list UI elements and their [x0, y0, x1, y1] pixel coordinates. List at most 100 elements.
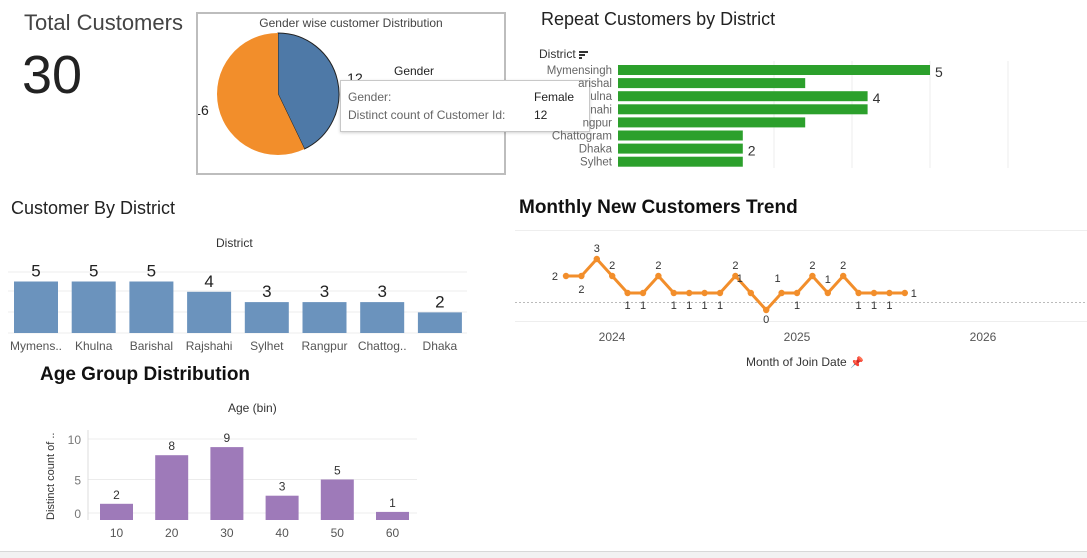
- monthly-data-label: 2: [840, 260, 846, 272]
- repeat-bar-rajshahi[interactable]: [618, 104, 868, 115]
- district-bar-chattogram[interactable]: [360, 302, 405, 333]
- pie-label-male: 16: [198, 102, 209, 118]
- age-bar-50[interactable]: [320, 479, 354, 521]
- monthly-point[interactable]: [655, 272, 662, 280]
- repeat-bar-khulna[interactable]: [618, 91, 868, 102]
- monthly-point[interactable]: [624, 289, 631, 297]
- monthly-point[interactable]: [609, 272, 616, 280]
- monthly-data-label: 1: [737, 273, 743, 285]
- monthly-data-label: 2: [732, 260, 738, 272]
- repeat-customers-chart[interactable]: Mymensingh 5 arishalulna 4 nahingpur Chattogr…: [530, 58, 1010, 173]
- repeat-bar-dhaka[interactable]: [618, 143, 743, 154]
- age-x-tick: 50: [331, 526, 345, 540]
- tooltip-label-count: Distinct count of Customer Id:: [348, 108, 506, 122]
- gender-legend-title: Gender: [394, 64, 435, 78]
- monthly-point[interactable]: [793, 289, 801, 297]
- district-bar-rajshahi[interactable]: [187, 291, 232, 333]
- tooltip-label-gender: Gender:: [348, 90, 392, 104]
- monthly-point[interactable]: [840, 272, 847, 280]
- age-bar-60[interactable]: [376, 511, 409, 520]
- district-tick-label: Chattog..: [358, 339, 407, 353]
- district-tick-label: Sylhet: [250, 339, 284, 353]
- age-bar-20[interactable]: [155, 455, 189, 520]
- monthly-chart-title: Monthly New Customers Trend: [519, 197, 798, 218]
- district-bar-rangpur[interactable]: [302, 302, 347, 333]
- district-data-label: 5: [31, 262, 40, 281]
- district-bar-khulna[interactable]: [71, 281, 116, 334]
- age-bar-10[interactable]: [100, 503, 133, 520]
- age-bar-40[interactable]: [265, 495, 299, 520]
- repeat-tick-label: nahi: [590, 104, 612, 116]
- district-data-label: 3: [262, 282, 271, 301]
- monthly-point[interactable]: [809, 272, 816, 280]
- district-bar-dhaka[interactable]: [417, 312, 462, 333]
- district-tick-label: Barishal: [130, 339, 173, 353]
- repeat-bar-rangpur[interactable]: [618, 117, 806, 128]
- repeat-tick-label: arishal: [578, 78, 612, 90]
- age-x-tick: 60: [386, 526, 400, 540]
- monthly-point[interactable]: [886, 289, 893, 297]
- kpi-value: 30: [22, 45, 83, 105]
- district-tick-label: Khulna: [75, 339, 113, 353]
- age-data-label: 5: [334, 464, 341, 478]
- age-chart[interactable]: 0 5 10 2 10 8 20 9 30 3 40 5 50 1 60: [55, 415, 425, 545]
- age-data-label: 9: [224, 431, 231, 445]
- district-data-label: 4: [204, 272, 213, 291]
- pin-icon[interactable]: 📌: [850, 357, 864, 369]
- repeat-tick-label: Chattogram: [552, 131, 612, 143]
- monthly-point[interactable]: [870, 289, 878, 297]
- age-bar-30[interactable]: [210, 447, 244, 520]
- monthly-point[interactable]: [855, 289, 862, 297]
- district-data-label: 3: [377, 282, 386, 301]
- repeat-bar-mymensingh[interactable]: [618, 65, 930, 75]
- district-bar-barishal[interactable]: [129, 281, 174, 334]
- monthly-point[interactable]: [901, 289, 908, 297]
- monthly-trend-chart[interactable]: 22321 121 1 1 1210112121 1 112024 2025 2026: [515, 230, 1087, 345]
- monthly-point[interactable]: [778, 289, 785, 297]
- monthly-point[interactable]: [701, 289, 708, 297]
- monthly-x-axis-title: Month of Join Date 📌: [746, 355, 864, 369]
- monthly-data-label: 2: [552, 271, 558, 283]
- age-y-tick: 5: [74, 474, 81, 488]
- monthly-data-label: 1: [775, 273, 781, 285]
- monthly-point[interactable]: [763, 306, 770, 314]
- age-x-tick: 20: [165, 526, 179, 540]
- monthly-point[interactable]: [686, 289, 693, 297]
- repeat-bar-chattogram[interactable]: [618, 130, 743, 141]
- monthly-x-tick: 2024: [599, 330, 626, 344]
- monthly-point[interactable]: [593, 255, 600, 263]
- repeat-bar-sylhet[interactable]: [618, 156, 743, 167]
- repeat-tick-label: ulna: [590, 91, 612, 103]
- repeat-bar-barishal[interactable]: [618, 78, 806, 89]
- monthly-data-label: 1: [886, 300, 892, 312]
- district-tick-label: Rajshahi: [186, 339, 233, 353]
- repeat-chart-title: Repeat Customers by District: [541, 9, 776, 29]
- monthly-x-tick: 2025: [784, 330, 811, 344]
- district-tick-label: Rangpur: [301, 339, 347, 353]
- age-x-tick: 40: [275, 526, 289, 540]
- district-data-label: 5: [147, 262, 156, 281]
- monthly-point[interactable]: [824, 289, 831, 297]
- monthly-data-label: 2: [578, 284, 584, 296]
- district-bar-sylhet[interactable]: [244, 302, 289, 333]
- monthly-point[interactable]: [562, 272, 570, 280]
- monthly-data-label: 1: [871, 300, 877, 312]
- repeat-tick-label: Mymensingh: [547, 65, 612, 77]
- district-bar-mymensingh[interactable]: [14, 281, 58, 334]
- district-header: District: [216, 236, 253, 250]
- monthly-point[interactable]: [716, 289, 724, 297]
- age-data-label: 3: [279, 480, 286, 494]
- monthly-data-label: 2: [655, 260, 661, 272]
- monthly-point[interactable]: [747, 289, 754, 297]
- monthly-data-label: 1: [640, 300, 646, 312]
- district-tick-label: Mymens..: [10, 339, 62, 353]
- district-chart[interactable]: 5 Mymens.. 5 Khulna 5 Barishal 4 Rajshahi 3 Sylhe…: [0, 250, 470, 360]
- monthly-x-label: Month of Join Date: [746, 355, 847, 369]
- age-data-label: 8: [168, 439, 175, 453]
- monthly-data-label: 3: [594, 243, 600, 255]
- repeat-tick-label: Dhaka: [579, 144, 613, 156]
- monthly-point[interactable]: [578, 272, 585, 280]
- monthly-data-label: 1: [856, 300, 862, 312]
- monthly-point[interactable]: [670, 289, 677, 297]
- monthly-point[interactable]: [639, 289, 647, 297]
